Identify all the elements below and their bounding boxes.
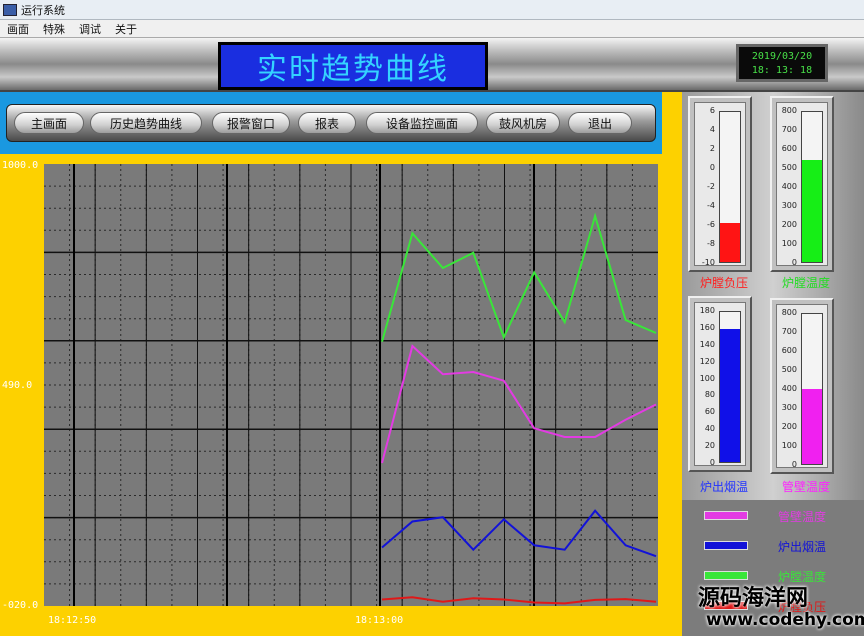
gauge-tick-label: 700 [781, 327, 797, 336]
gauge-label: 管壁温度 [781, 480, 830, 494]
legend-swatch [704, 571, 748, 580]
gauge-tick-label: 400 [781, 182, 797, 191]
gauge-tick-label: 100 [781, 239, 797, 248]
gauge-fill-bar [802, 389, 822, 464]
watermark-url: www.codehy.com [706, 610, 864, 630]
gauge-tick-label: -2 [707, 182, 715, 191]
gauge-tick-label: 0 [791, 258, 797, 267]
nav-button-exit[interactable]: 退出 [568, 112, 632, 134]
legend-swatch [704, 541, 748, 550]
gauge-tick-label: 300 [781, 403, 797, 412]
nav-button-history-trend[interactable]: 历史趋势曲线 [90, 112, 202, 134]
gauge-face: 800 700 600 500 400 300 200 100 0 [776, 102, 828, 267]
gauge-wall-temp: 800 700 600 500 400 300 200 100 0 [770, 298, 834, 474]
gauge-face: 6 4 2 0 -2 -4 -6 -8 -10 [694, 102, 746, 267]
gauge-tick-label: 600 [781, 346, 797, 355]
gauge-tick-label: -8 [707, 239, 715, 248]
page-title: 实时趋势曲线 [218, 42, 488, 90]
clock-display: 2019/03/20 18: 13: 18 [736, 44, 828, 82]
y-tick-label-top: 1000.0 [2, 160, 39, 171]
watermark-text: 源码海洋网 [698, 586, 809, 611]
gauge-tick-label: 2 [709, 144, 715, 153]
nav-button-report[interactable]: 报表 [298, 112, 356, 134]
gauge-tube [801, 313, 823, 465]
gauge-tick-label: -10 [701, 258, 715, 267]
gauge-tube [801, 111, 823, 263]
nav-button-blower-room[interactable]: 鼓风机房 [486, 112, 560, 134]
nav-button-main[interactable]: 主画面 [14, 112, 84, 134]
gauge-tick-label: 100 [699, 373, 715, 383]
gauge-tick-label: 200 [781, 422, 797, 431]
gauge-furnace-temp: 800 700 600 500 400 300 200 100 0 [770, 96, 834, 272]
clock-date: 2019/03/20 [751, 51, 813, 62]
app-icon [3, 3, 17, 16]
window-title: 运行系统 [21, 3, 65, 17]
gauge-tick-label: 200 [781, 220, 797, 229]
gauge-tick-label: 100 [781, 441, 797, 450]
gauge-tick-label: -4 [707, 201, 715, 210]
gauge-tick-label: 4 [709, 125, 715, 134]
gauge-fill-bar [720, 223, 740, 262]
gauge-tick-label: 300 [781, 201, 797, 210]
gauge-flue-temp: 180 160 140 120 100 80 60 40 20 0 [688, 296, 752, 472]
gauge-tick-label: 180 [699, 306, 715, 315]
gauge-furnace-pressure: 6 4 2 0 -2 -4 -6 -8 -10 [688, 96, 752, 272]
gauge-tube [719, 311, 741, 463]
gauge-tick-label: 20 [704, 441, 715, 451]
gauge-label: 炉膛负压 [699, 276, 748, 290]
window-titlebar: 运行系统 [0, 0, 864, 20]
menu-item-debug[interactable]: 调试 [72, 21, 108, 37]
gauge-tick-label: 700 [781, 125, 797, 134]
gauge-tick-label: 600 [781, 144, 797, 153]
gauge-tick-label: 0 [791, 460, 797, 469]
x-tick-label-1: 18:13:00 [355, 615, 404, 626]
gauge-tick-label: 0 [709, 163, 715, 172]
gauge-label: 炉出烟温 [699, 480, 748, 494]
trend-chart [44, 164, 658, 606]
gauge-tick-label: 80 [704, 390, 715, 400]
gauge-tick-label: 60 [704, 407, 715, 417]
gauge-fill-bar [802, 160, 822, 262]
gauge-tick-label: 500 [781, 365, 797, 374]
legend-label: 管壁温度 [778, 510, 827, 524]
nav-button-equipment-monitor[interactable]: 设备监控画面 [366, 112, 478, 134]
menu-item-screen[interactable]: 画面 [0, 21, 36, 37]
menu-item-special[interactable]: 特殊 [36, 21, 72, 37]
gauge-face: 800 700 600 500 400 300 200 100 0 [776, 304, 828, 469]
menu-item-about[interactable]: 关于 [108, 21, 144, 37]
gauge-tick-label: 800 [781, 106, 797, 115]
nav-button-alarm-window[interactable]: 报警窗口 [212, 112, 290, 134]
gauge-label: 炉膛温度 [781, 276, 830, 290]
gauge-fill-bar [720, 328, 740, 462]
gauge-tick-label: 40 [704, 424, 715, 434]
y-tick-label-mid: 490.0 [2, 380, 33, 391]
legend-label: 炉出烟温 [778, 540, 827, 554]
legend-swatch [704, 511, 748, 520]
legend-item-flue-temp: 炉出烟温 [682, 534, 864, 556]
y-tick-label-bottom: -020.0 [2, 600, 39, 611]
gauge-tick-label: 160 [699, 322, 715, 332]
gauge-face: 180 160 140 120 100 80 60 40 20 0 [694, 302, 746, 467]
x-tick-label-0: 18:12:50 [48, 615, 97, 626]
gauge-tick-label: 800 [781, 308, 797, 317]
gauge-tick-label: 6 [709, 106, 715, 115]
gauge-tick-label: 140 [699, 339, 715, 349]
legend-item-wall-temp: 管壁温度 [682, 504, 864, 526]
gauge-tick-label: 400 [781, 384, 797, 393]
menu-bar: 画面 特殊 调试 关于 [0, 20, 864, 38]
gauge-tick-label: -6 [707, 220, 715, 229]
gauge-tick-label: 0 [709, 458, 715, 467]
gauge-tube [719, 111, 741, 263]
gauge-tick-label: 500 [781, 163, 797, 172]
clock-time: 18: 13: 18 [751, 65, 813, 76]
gauge-tick-label: 120 [699, 356, 715, 366]
